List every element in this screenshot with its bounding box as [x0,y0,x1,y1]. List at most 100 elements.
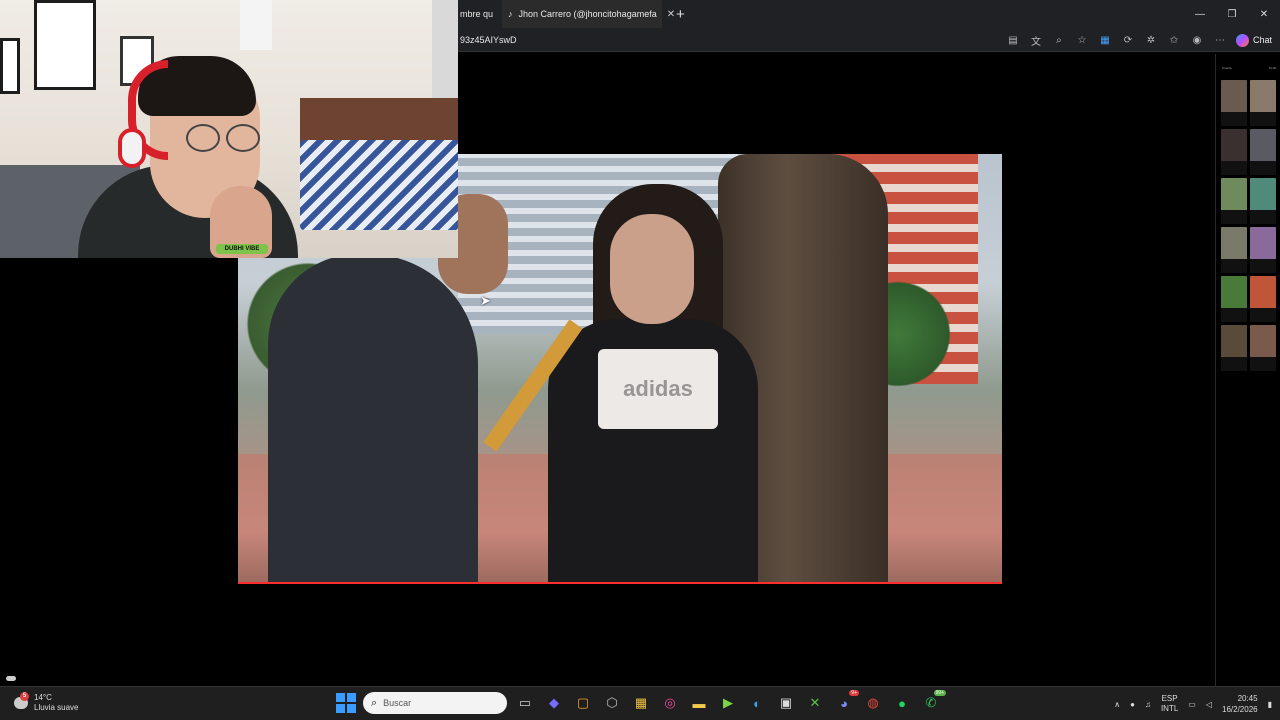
video-progress-bar[interactable] [238,582,1002,584]
video-thumbnail[interactable] [1221,227,1247,273]
mouse-cursor-icon: ➤ [480,293,491,308]
rain-cloud-icon: 5 [14,692,29,709]
wall-poster [0,38,20,94]
search-placeholder: Buscar [383,698,412,708]
tab-active[interactable]: ♪ Jhon Carrero (@jhoncitohagamefa ✕ [502,0,675,28]
sidebar-video-grid [1216,70,1280,371]
close-button[interactable]: ✕ [1248,0,1280,28]
toggle-icon[interactable] [6,676,16,681]
lang-top: ESP [1161,694,1178,703]
more-menu-icon[interactable]: ⋯ [1213,33,1227,47]
video-interviewer [268,254,478,584]
sidebar-header: Cuenta Perfil [1216,54,1280,70]
close-tab-icon[interactable]: ✕ [667,9,675,20]
clock-date: 16/2/2026 [1222,705,1258,714]
video-thumbnail[interactable] [1250,178,1276,224]
weather-desc: Lluvia suave [34,703,79,712]
widgets-app-icon[interactable]: ▦ [630,692,652,714]
xbox-app-icon[interactable]: ✕ [804,692,826,714]
refresh-icon[interactable]: ⟳ [1121,33,1135,47]
tab-label: mbre qu [460,9,494,19]
video-thumbnail[interactable] [1221,178,1247,224]
video-thumbnail[interactable] [1250,80,1276,126]
window-controls: — ❐ ✕ [1184,0,1280,28]
taskbar-apps: ⌕ Buscar ▭ ◆ ▢ ⬡ ▦ ◎ ▬ ▶ ◐ ▣ ✕ ◕ 9+ ◍ ● ✆… [336,690,946,714]
webcam-overlay: DUBHI VIBE [0,0,458,258]
chat-label: Chat [1252,35,1272,45]
translate-icon[interactable]: 文 [1029,33,1043,48]
video-thumbnail[interactable] [1250,276,1276,322]
bed [300,140,458,230]
task-view-icon[interactable]: ▭ [514,692,536,714]
wristband: DUBHI VIBE [216,244,268,254]
notes-app-icon[interactable]: ▢ [572,692,594,714]
tray-chevron-icon[interactable]: ∧ [1114,700,1120,709]
discord-badge: 9+ [849,690,859,696]
lang-bottom: INTL [1160,704,1179,713]
apps-grid-icon[interactable]: ▦ [1098,33,1112,47]
copilot-app-icon[interactable]: ◆ [543,692,565,714]
network-icon[interactable]: ▭ [1188,700,1196,709]
profile-avatar-icon[interactable]: ◉ [1190,33,1204,47]
headphone-cup [118,128,146,168]
system-tray: ∧ ● ♫ ESP INTL ▭ ◁ 20:45 16/2/2026 ▮ [1114,693,1272,715]
sidebar-col-label[interactable]: Perfil [1269,66,1276,70]
taskbar-clock[interactable]: 20:45 16/2/2026 [1222,693,1258,715]
video-thumbnail[interactable] [1221,129,1247,175]
weather-widget[interactable]: 5 14°C Lluvia suave [14,692,79,713]
reader-icon[interactable]: ▤ [1006,33,1020,47]
glasses [186,124,262,154]
wall-chart [240,0,272,50]
video-thumbnail[interactable] [1250,227,1276,273]
video-thumbnail[interactable] [1221,80,1247,126]
video-thumbnail[interactable] [1221,325,1247,371]
url-text[interactable]: 93z45AIYswD [458,35,517,45]
chrome-app-icon[interactable]: ◍ [862,692,884,714]
instagram-icon[interactable]: ◎ [659,692,681,714]
search-icon: ⌕ [371,696,378,709]
shirt-text: adidas [623,376,693,401]
browser-toolbar: ▤ 文 ⌕ ☆ ▦ ⟳ ✲ ✩ ◉ ⋯ Chat [1006,28,1272,52]
video-thumbnail[interactable] [1250,325,1276,371]
file-explorer-icon[interactable]: ▬ [688,692,710,714]
notifications-icon[interactable]: ▮ [1268,700,1272,709]
chat-button[interactable]: Chat [1235,33,1272,47]
whatsapp-app-icon[interactable]: ✆ 99+ [920,690,946,714]
clock-time: 20:45 [1237,694,1258,703]
tab-label: Jhon Carrero (@jhoncitohagamefa [518,9,657,19]
restore-button[interactable]: ❐ [1216,0,1248,28]
minimize-button[interactable]: — [1184,0,1216,28]
edge-browser-icon[interactable]: ◐ [746,692,768,714]
wall-poster [34,0,96,90]
video-thumbnail[interactable] [1221,276,1247,322]
discord-app-icon[interactable]: ◕ 9+ [833,690,859,714]
play-app-icon[interactable]: ▶ [717,692,739,714]
settings-app-icon[interactable]: ⬡ [601,692,623,714]
video-interviewee-face [610,214,694,324]
tray-app-icon[interactable]: ● [1130,700,1135,709]
microphone-icon[interactable]: ♫ [1145,700,1151,709]
language-indicator[interactable]: ESP INTL [1161,694,1178,714]
zoom-icon[interactable]: ⌕ [1052,33,1066,47]
favorites-icon[interactable]: ✩ [1167,33,1181,47]
new-tab-icon[interactable]: + [676,6,685,23]
copilot-icon [1235,33,1249,47]
weather-temp: 14°C [34,693,52,702]
favorite-star-icon[interactable]: ☆ [1075,33,1089,47]
windows-start-icon[interactable] [336,693,356,713]
desktop-screen: mbre qu ✕ ♪ Jhon Carrero (@jhoncitohagam… [0,0,1280,720]
weather-badge: 5 [20,692,29,701]
spotify-app-icon[interactable]: ● [891,692,913,714]
tiktok-sidebar: Cuenta Perfil [1215,54,1280,686]
extensions-icon[interactable]: ✲ [1144,33,1158,47]
taskbar-search[interactable]: ⌕ Buscar [363,692,507,714]
bed-headboard [300,98,458,146]
sidebar-col-label[interactable]: Cuenta [1222,66,1232,70]
tab-previous[interactable]: mbre qu ✕ [458,0,502,28]
browser-tab-bar: mbre qu ✕ ♪ Jhon Carrero (@jhoncitohagam… [458,0,1280,28]
tiktok-icon: ♪ [508,9,513,19]
address-bar: 93z45AIYswD ▤ 文 ⌕ ☆ ▦ ⟳ ✲ ✩ ◉ ⋯ Chat [458,28,1280,52]
volume-icon[interactable]: ◁ [1206,700,1212,709]
store-app-icon[interactable]: ▣ [775,692,797,714]
video-thumbnail[interactable] [1250,129,1276,175]
